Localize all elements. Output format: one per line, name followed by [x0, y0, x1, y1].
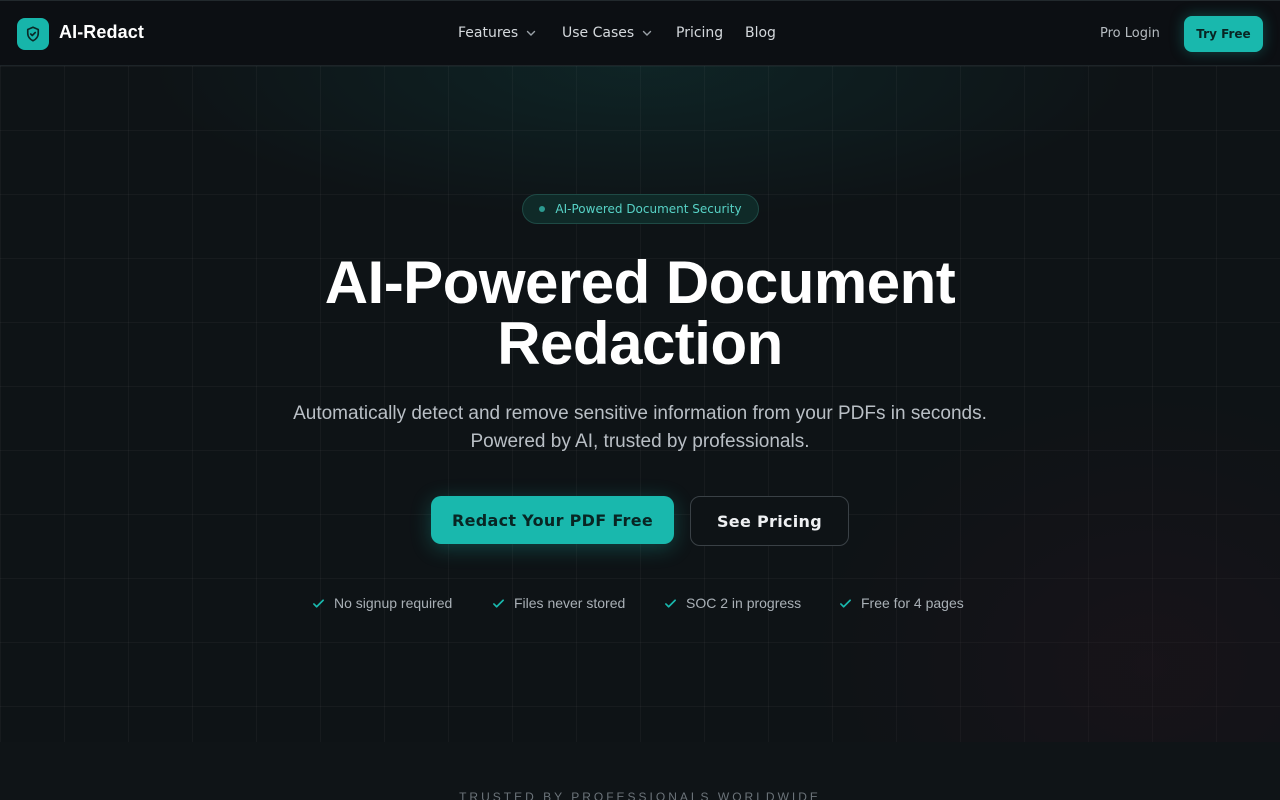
chevron-down-icon: [527, 30, 536, 36]
hero-subtitle: Automatically detect and remove sensitiv…: [293, 403, 987, 452]
hero-badge: AI-Powered Document Security: [522, 194, 759, 224]
hero-title: AI-Powered Document Redaction: [0, 252, 1280, 374]
redact-pdf-button[interactable]: Redact Your PDF Free: [431, 496, 674, 544]
hero-title-line2: Redaction: [497, 310, 783, 377]
see-pricing-button[interactable]: See Pricing: [690, 496, 849, 546]
feature-checks: No signup required Files never stored SO…: [0, 595, 1280, 615]
top-nav: AI-Redact Features Use Cases Pricing Blo…: [0, 0, 1280, 66]
hero-badge-label: AI-Powered Document Security: [555, 202, 742, 216]
pro-login-link[interactable]: Pro Login: [1100, 26, 1160, 41]
nav-use-cases-label: Use Cases: [562, 25, 635, 41]
trusted-label: TRUSTED BY PROFESSIONALS WORLDWIDE: [459, 790, 821, 800]
check-item-label: SOC 2 in progress: [686, 595, 802, 611]
check-icon: [313, 598, 324, 608]
nav-blog-label: Blog: [745, 25, 776, 41]
check-item-label: Files never stored: [514, 595, 626, 611]
check-item: Free for 4 pages: [839, 595, 964, 611]
nav-pricing-label: Pricing: [676, 25, 724, 41]
nav-features[interactable]: Features: [458, 25, 537, 41]
check-icon: [665, 598, 676, 608]
check-icon: [840, 598, 851, 608]
check-item: Files never stored: [492, 595, 625, 611]
nav-blog[interactable]: Blog: [745, 25, 776, 41]
hero-title-line1: AI-Powered Document: [324, 249, 956, 316]
nav-features-label: Features: [458, 25, 519, 41]
nav-use-cases[interactable]: Use Cases: [562, 25, 653, 41]
try-free-button[interactable]: Try Free: [1184, 16, 1263, 52]
chevron-down-icon: [642, 30, 652, 36]
nav-links: Features Use Cases Pricing Blog: [0, 25, 1280, 45]
check-icon: [493, 598, 504, 608]
check-item: No signup required: [312, 595, 452, 611]
check-item-label: No signup required: [334, 595, 453, 611]
nav-pricing[interactable]: Pricing: [676, 25, 723, 41]
check-item-label: Free for 4 pages: [861, 595, 964, 611]
badge-dot-icon: [539, 206, 546, 212]
check-item: SOC 2 in progress: [664, 595, 801, 611]
